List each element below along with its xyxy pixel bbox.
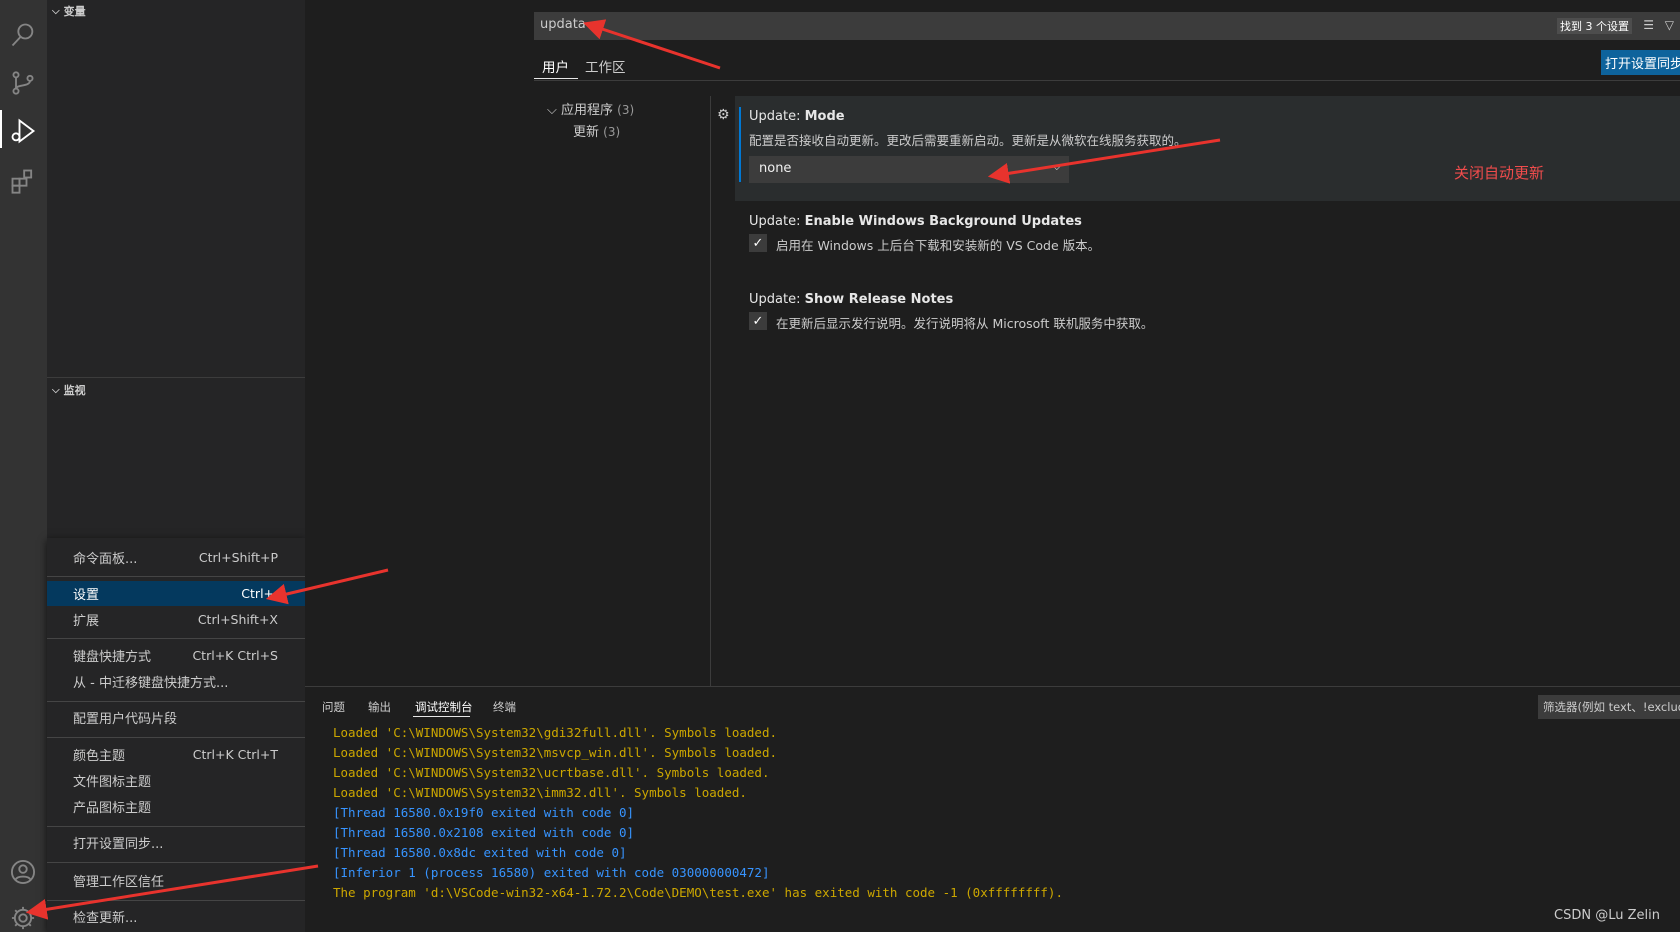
annotation-arrows	[25, 19, 1221, 920]
arrow-to-gear	[25, 864, 319, 920]
arrow-to-dropdown	[987, 138, 1221, 184]
arrow-to-search	[583, 19, 721, 70]
arrow-to-settings	[265, 568, 389, 605]
